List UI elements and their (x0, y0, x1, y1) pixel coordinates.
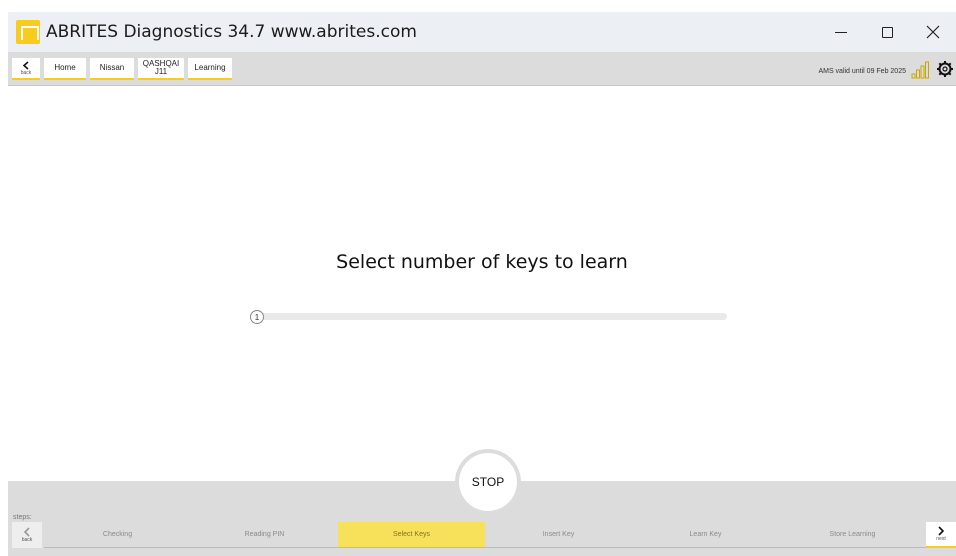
maximize-button[interactable] (864, 12, 910, 52)
minimize-icon (835, 31, 847, 33)
step-back-label: back (21, 537, 33, 543)
chevron-right-icon (938, 526, 945, 536)
nav-back-button[interactable]: back (12, 58, 40, 80)
license-status: AMS valid until 09 Feb 2025 (818, 68, 906, 75)
key-count-slider-track[interactable] (253, 313, 727, 320)
breadcrumb-learning[interactable]: Learning (188, 58, 232, 80)
nav-back-label: back (20, 69, 32, 76)
steps-panel: STOP steps: back Checking Reading PIN Se… (8, 449, 956, 556)
breadcrumb-home[interactable]: Home (44, 58, 86, 80)
breadcrumb-model[interactable]: QASHQAI J11 (138, 58, 184, 80)
main-content: Select number of keys to learn 1 (8, 86, 956, 481)
step-reading-pin: Reading PIN (191, 522, 338, 548)
close-icon (926, 25, 940, 39)
step-select-keys: Select Keys (338, 522, 485, 548)
gear-icon[interactable] (936, 60, 954, 78)
steps-row: back Checking Reading PIN Select Keys In… (8, 522, 956, 548)
close-button[interactable] (910, 12, 956, 52)
breadcrumb-nissan[interactable]: Nissan (90, 58, 134, 80)
title-bar: ABRITES Diagnostics 34.7 www.abrites.com (8, 12, 956, 52)
signal-strength-icon (911, 61, 929, 79)
breadcrumb-bar: back Home Nissan QASHQAI J11 Learning AM… (8, 52, 956, 86)
minimize-button[interactable] (818, 12, 864, 52)
maximize-icon (881, 26, 893, 38)
chevron-left-icon (22, 60, 29, 70)
step-next-button[interactable]: next (926, 522, 956, 548)
page-title: Select number of keys to learn (336, 251, 628, 273)
app-root: ABRITES Diagnostics 34.7 www.abrites.com… (0, 0, 956, 556)
step-next-label: next (936, 536, 946, 542)
chevron-left-icon (23, 527, 30, 537)
stop-button[interactable]: STOP (459, 453, 517, 511)
steps-label: steps: (13, 514, 32, 521)
key-count-slider-handle[interactable]: 1 (250, 310, 264, 324)
window-title: ABRITES Diagnostics 34.7 www.abrites.com (46, 22, 417, 42)
step-back-button[interactable]: back (12, 522, 42, 548)
window-controls (818, 12, 956, 52)
step-learn-key: Learn Key (632, 522, 779, 548)
step-store-learning: Store Learning (779, 522, 926, 548)
abrites-logo-icon (16, 20, 40, 44)
step-insert-key: Insert Key (485, 522, 632, 548)
step-checking: Checking (44, 522, 191, 548)
